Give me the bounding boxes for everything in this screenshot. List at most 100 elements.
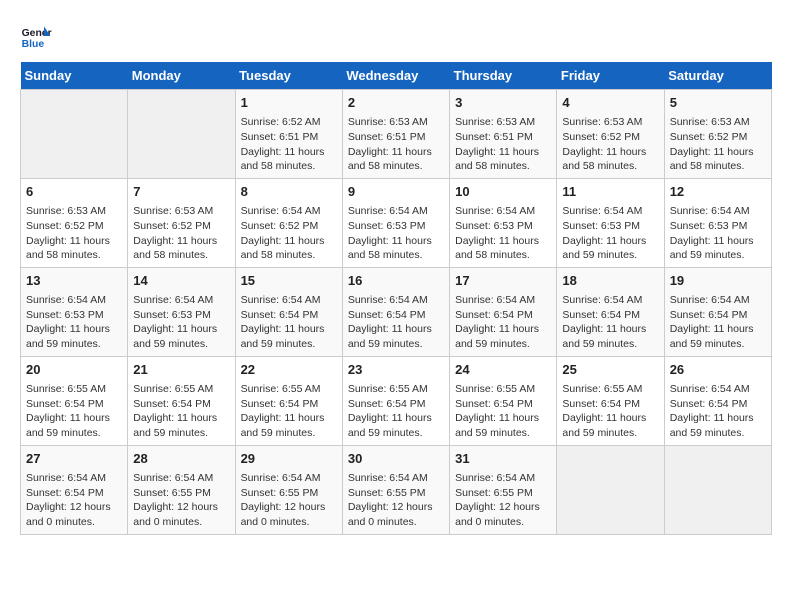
day-info: Sunrise: 6:54 AM Sunset: 6:55 PM Dayligh… bbox=[241, 471, 337, 530]
day-info: Sunrise: 6:54 AM Sunset: 6:54 PM Dayligh… bbox=[455, 293, 551, 352]
day-info: Sunrise: 6:53 AM Sunset: 6:52 PM Dayligh… bbox=[26, 204, 122, 263]
calendar-cell: 29 Sunrise: 6:54 AM Sunset: 6:55 PM Dayl… bbox=[235, 445, 342, 534]
svg-text:Blue: Blue bbox=[22, 39, 45, 50]
day-number: 28 bbox=[133, 450, 229, 468]
day-number: 25 bbox=[562, 361, 658, 379]
calendar-cell: 21 Sunrise: 6:55 AM Sunset: 6:54 PM Dayl… bbox=[128, 356, 235, 445]
calendar-cell: 2 Sunrise: 6:53 AM Sunset: 6:51 PM Dayli… bbox=[342, 90, 449, 179]
days-header-row: SundayMondayTuesdayWednesdayThursdayFrid… bbox=[21, 62, 772, 90]
day-info: Sunrise: 6:53 AM Sunset: 6:51 PM Dayligh… bbox=[348, 115, 444, 174]
day-number: 15 bbox=[241, 272, 337, 290]
day-info: Sunrise: 6:54 AM Sunset: 6:53 PM Dayligh… bbox=[26, 293, 122, 352]
day-number: 3 bbox=[455, 94, 551, 112]
day-number: 12 bbox=[670, 183, 766, 201]
day-number: 6 bbox=[26, 183, 122, 201]
calendar-table: SundayMondayTuesdayWednesdayThursdayFrid… bbox=[20, 62, 772, 535]
calendar-cell: 27 Sunrise: 6:54 AM Sunset: 6:54 PM Dayl… bbox=[21, 445, 128, 534]
day-number: 30 bbox=[348, 450, 444, 468]
calendar-cell: 17 Sunrise: 6:54 AM Sunset: 6:54 PM Dayl… bbox=[450, 267, 557, 356]
calendar-week-3: 13 Sunrise: 6:54 AM Sunset: 6:53 PM Dayl… bbox=[21, 267, 772, 356]
day-number: 4 bbox=[562, 94, 658, 112]
calendar-cell: 4 Sunrise: 6:53 AM Sunset: 6:52 PM Dayli… bbox=[557, 90, 664, 179]
calendar-cell: 10 Sunrise: 6:54 AM Sunset: 6:53 PM Dayl… bbox=[450, 178, 557, 267]
day-number: 26 bbox=[670, 361, 766, 379]
day-info: Sunrise: 6:54 AM Sunset: 6:53 PM Dayligh… bbox=[455, 204, 551, 263]
calendar-cell: 25 Sunrise: 6:55 AM Sunset: 6:54 PM Dayl… bbox=[557, 356, 664, 445]
calendar-cell: 6 Sunrise: 6:53 AM Sunset: 6:52 PM Dayli… bbox=[21, 178, 128, 267]
day-number: 21 bbox=[133, 361, 229, 379]
calendar-cell: 19 Sunrise: 6:54 AM Sunset: 6:54 PM Dayl… bbox=[664, 267, 771, 356]
calendar-cell bbox=[557, 445, 664, 534]
day-info: Sunrise: 6:52 AM Sunset: 6:51 PM Dayligh… bbox=[241, 115, 337, 174]
day-header-monday: Monday bbox=[128, 62, 235, 90]
day-number: 1 bbox=[241, 94, 337, 112]
day-info: Sunrise: 6:54 AM Sunset: 6:54 PM Dayligh… bbox=[670, 382, 766, 441]
day-header-friday: Friday bbox=[557, 62, 664, 90]
day-number: 27 bbox=[26, 450, 122, 468]
day-number: 31 bbox=[455, 450, 551, 468]
day-info: Sunrise: 6:54 AM Sunset: 6:53 PM Dayligh… bbox=[670, 204, 766, 263]
day-info: Sunrise: 6:53 AM Sunset: 6:52 PM Dayligh… bbox=[562, 115, 658, 174]
calendar-week-5: 27 Sunrise: 6:54 AM Sunset: 6:54 PM Dayl… bbox=[21, 445, 772, 534]
calendar-cell: 20 Sunrise: 6:55 AM Sunset: 6:54 PM Dayl… bbox=[21, 356, 128, 445]
day-info: Sunrise: 6:54 AM Sunset: 6:53 PM Dayligh… bbox=[348, 204, 444, 263]
day-number: 29 bbox=[241, 450, 337, 468]
day-number: 17 bbox=[455, 272, 551, 290]
day-number: 23 bbox=[348, 361, 444, 379]
day-info: Sunrise: 6:54 AM Sunset: 6:54 PM Dayligh… bbox=[348, 293, 444, 352]
day-number: 24 bbox=[455, 361, 551, 379]
day-number: 14 bbox=[133, 272, 229, 290]
calendar-cell: 7 Sunrise: 6:53 AM Sunset: 6:52 PM Dayli… bbox=[128, 178, 235, 267]
calendar-cell: 15 Sunrise: 6:54 AM Sunset: 6:54 PM Dayl… bbox=[235, 267, 342, 356]
day-number: 2 bbox=[348, 94, 444, 112]
day-info: Sunrise: 6:54 AM Sunset: 6:53 PM Dayligh… bbox=[133, 293, 229, 352]
day-info: Sunrise: 6:54 AM Sunset: 6:54 PM Dayligh… bbox=[562, 293, 658, 352]
calendar-cell: 13 Sunrise: 6:54 AM Sunset: 6:53 PM Dayl… bbox=[21, 267, 128, 356]
day-info: Sunrise: 6:55 AM Sunset: 6:54 PM Dayligh… bbox=[455, 382, 551, 441]
day-number: 22 bbox=[241, 361, 337, 379]
day-number: 16 bbox=[348, 272, 444, 290]
calendar-cell: 18 Sunrise: 6:54 AM Sunset: 6:54 PM Dayl… bbox=[557, 267, 664, 356]
calendar-cell: 8 Sunrise: 6:54 AM Sunset: 6:52 PM Dayli… bbox=[235, 178, 342, 267]
calendar-week-2: 6 Sunrise: 6:53 AM Sunset: 6:52 PM Dayli… bbox=[21, 178, 772, 267]
day-info: Sunrise: 6:55 AM Sunset: 6:54 PM Dayligh… bbox=[26, 382, 122, 441]
day-header-sunday: Sunday bbox=[21, 62, 128, 90]
day-number: 9 bbox=[348, 183, 444, 201]
day-info: Sunrise: 6:53 AM Sunset: 6:52 PM Dayligh… bbox=[670, 115, 766, 174]
day-info: Sunrise: 6:55 AM Sunset: 6:54 PM Dayligh… bbox=[241, 382, 337, 441]
day-info: Sunrise: 6:54 AM Sunset: 6:55 PM Dayligh… bbox=[348, 471, 444, 530]
day-number: 10 bbox=[455, 183, 551, 201]
day-info: Sunrise: 6:54 AM Sunset: 6:54 PM Dayligh… bbox=[241, 293, 337, 352]
calendar-cell: 30 Sunrise: 6:54 AM Sunset: 6:55 PM Dayl… bbox=[342, 445, 449, 534]
day-number: 11 bbox=[562, 183, 658, 201]
calendar-cell: 3 Sunrise: 6:53 AM Sunset: 6:51 PM Dayli… bbox=[450, 90, 557, 179]
day-info: Sunrise: 6:53 AM Sunset: 6:51 PM Dayligh… bbox=[455, 115, 551, 174]
day-number: 5 bbox=[670, 94, 766, 112]
logo: General Blue bbox=[20, 20, 52, 52]
calendar-week-4: 20 Sunrise: 6:55 AM Sunset: 6:54 PM Dayl… bbox=[21, 356, 772, 445]
calendar-cell bbox=[664, 445, 771, 534]
day-info: Sunrise: 6:54 AM Sunset: 6:52 PM Dayligh… bbox=[241, 204, 337, 263]
day-info: Sunrise: 6:54 AM Sunset: 6:53 PM Dayligh… bbox=[562, 204, 658, 263]
day-info: Sunrise: 6:54 AM Sunset: 6:55 PM Dayligh… bbox=[133, 471, 229, 530]
day-number: 8 bbox=[241, 183, 337, 201]
calendar-cell: 23 Sunrise: 6:55 AM Sunset: 6:54 PM Dayl… bbox=[342, 356, 449, 445]
calendar-cell: 31 Sunrise: 6:54 AM Sunset: 6:55 PM Dayl… bbox=[450, 445, 557, 534]
day-number: 13 bbox=[26, 272, 122, 290]
day-number: 19 bbox=[670, 272, 766, 290]
calendar-cell: 28 Sunrise: 6:54 AM Sunset: 6:55 PM Dayl… bbox=[128, 445, 235, 534]
day-info: Sunrise: 6:55 AM Sunset: 6:54 PM Dayligh… bbox=[133, 382, 229, 441]
day-info: Sunrise: 6:54 AM Sunset: 6:54 PM Dayligh… bbox=[26, 471, 122, 530]
page-header: General Blue bbox=[20, 20, 772, 52]
calendar-cell: 14 Sunrise: 6:54 AM Sunset: 6:53 PM Dayl… bbox=[128, 267, 235, 356]
calendar-cell: 11 Sunrise: 6:54 AM Sunset: 6:53 PM Dayl… bbox=[557, 178, 664, 267]
day-info: Sunrise: 6:55 AM Sunset: 6:54 PM Dayligh… bbox=[562, 382, 658, 441]
calendar-cell: 1 Sunrise: 6:52 AM Sunset: 6:51 PM Dayli… bbox=[235, 90, 342, 179]
calendar-cell bbox=[128, 90, 235, 179]
day-number: 18 bbox=[562, 272, 658, 290]
calendar-cell: 26 Sunrise: 6:54 AM Sunset: 6:54 PM Dayl… bbox=[664, 356, 771, 445]
day-number: 7 bbox=[133, 183, 229, 201]
day-header-wednesday: Wednesday bbox=[342, 62, 449, 90]
day-header-saturday: Saturday bbox=[664, 62, 771, 90]
calendar-cell: 16 Sunrise: 6:54 AM Sunset: 6:54 PM Dayl… bbox=[342, 267, 449, 356]
